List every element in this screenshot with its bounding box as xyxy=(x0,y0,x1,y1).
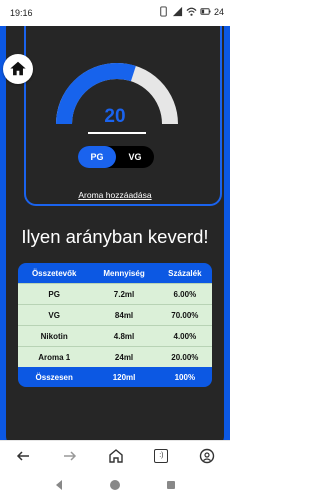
home-button[interactable] xyxy=(3,54,33,84)
table-header-row: Összetevők Mennyiség Százalék xyxy=(18,263,212,284)
browser-home-icon[interactable] xyxy=(108,448,124,464)
back-arrow-icon[interactable] xyxy=(15,448,31,464)
table-row: VG 84ml 70.00% xyxy=(18,304,212,326)
system-home-icon[interactable] xyxy=(109,479,121,491)
cell-percent: 20.00% xyxy=(157,346,212,367)
cell-ingredient: PG xyxy=(18,283,91,305)
cell-ingredient: Aroma 1 xyxy=(18,346,91,367)
header-percent: Százalék xyxy=(157,263,212,284)
cell-ingredient: Nikotin xyxy=(18,325,91,347)
cell-amount: 4.8ml xyxy=(90,325,158,347)
vibrate-icon xyxy=(160,6,167,17)
table-total-row: Összesen 120ml 100% xyxy=(18,367,212,387)
account-icon[interactable] xyxy=(199,448,215,464)
total-amount: 120ml xyxy=(90,367,158,387)
cell-percent: 6.00% xyxy=(157,283,212,305)
gauge-value: 20 xyxy=(104,106,126,127)
vg-option[interactable]: VG xyxy=(116,146,154,168)
signal-icon xyxy=(172,6,183,17)
gauge-divider xyxy=(88,132,146,134)
battery-level: 24 xyxy=(213,6,224,17)
app-content: 20 PG VG Aroma hozzáadása Ilyen arányban… xyxy=(0,26,230,440)
header-ingredients: Összetevők xyxy=(18,263,91,284)
home-icon xyxy=(10,61,26,76)
header-amount: Mennyiség xyxy=(90,263,158,284)
pg-option[interactable]: PG xyxy=(78,146,116,168)
system-navigation xyxy=(0,470,230,500)
battery-icon xyxy=(200,8,211,15)
cell-amount: 84ml xyxy=(90,304,158,326)
cell-percent: 70.00% xyxy=(157,304,212,326)
status-icons: 24 xyxy=(158,6,224,17)
table-row: Aroma 1 24ml 20.00% xyxy=(18,346,212,367)
total-label: Összesen xyxy=(18,367,91,387)
cell-percent: 4.00% xyxy=(157,325,212,347)
browser-toolbar: :) xyxy=(0,440,230,471)
status-bar: 19:16 24 xyxy=(0,0,230,26)
mix-table: Összetevők Mennyiség Százalék PG 7.2ml 6… xyxy=(18,263,212,387)
table-row: Nikotin 4.8ml 4.00% xyxy=(18,325,212,347)
cell-amount: 7.2ml xyxy=(90,283,158,305)
system-back-icon[interactable] xyxy=(53,479,65,491)
pg-vg-toggle[interactable]: PG VG xyxy=(78,146,154,168)
status-time: 19:16 xyxy=(10,8,33,18)
mix-headline: Ilyen arányban keverd! xyxy=(21,226,209,247)
total-percent: 100% xyxy=(157,367,212,387)
tabs-icon[interactable]: :) xyxy=(154,449,169,463)
wifi-icon xyxy=(186,7,197,16)
add-aroma-link[interactable]: Aroma hozzáadása xyxy=(0,190,230,200)
cell-ingredient: VG xyxy=(18,304,91,326)
forward-arrow-icon[interactable] xyxy=(62,448,78,464)
table-row: PG 7.2ml 6.00% xyxy=(18,283,212,305)
system-recents-icon[interactable] xyxy=(165,479,177,491)
cell-amount: 24ml xyxy=(90,346,158,367)
